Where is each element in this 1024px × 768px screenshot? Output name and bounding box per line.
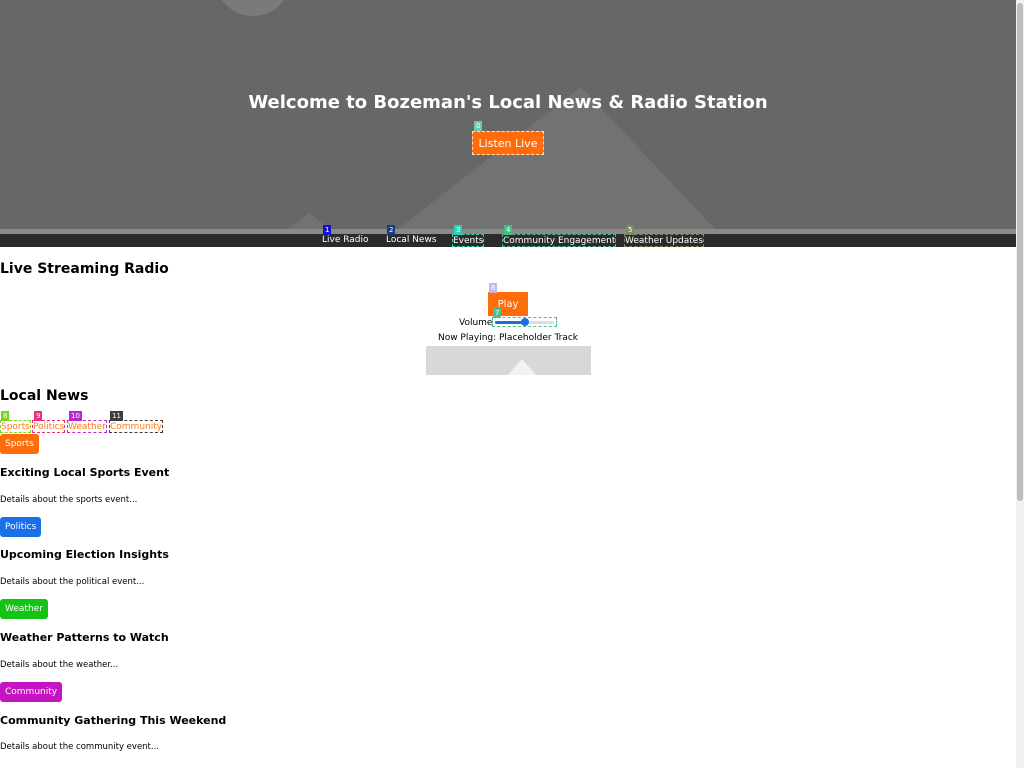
volume-knob[interactable] (520, 318, 529, 326)
category-badge-politics[interactable]: Politics (0, 517, 42, 537)
listen-live-button[interactable]: Listen Live (472, 131, 544, 155)
nav-item-weather-updates[interactable]: Weather Updates (624, 234, 705, 247)
volume-track (495, 318, 554, 326)
category-badge-community[interactable]: Community (0, 682, 63, 702)
page-scrollbar[interactable] (1016, 0, 1024, 768)
player-image (426, 346, 591, 375)
radio-section-heading: Live Streaming Radio (0, 261, 169, 277)
scrollbar-thumb[interactable] (1017, 3, 1023, 501)
element-index-badge: 6 (489, 283, 498, 293)
article-title: Community Gathering This Weekend (0, 714, 227, 727)
filter-weather[interactable]: Weather (67, 420, 107, 433)
nav-item-live-radio[interactable]: Live Radio (322, 234, 369, 247)
article-title: Exciting Local Sports Event (0, 466, 170, 479)
volume-label: Volume (459, 318, 493, 328)
hero-banner: Welcome to Bozeman's Local News & Radio … (0, 0, 1016, 229)
element-index-badge: 2 (387, 225, 396, 235)
volume-slider[interactable] (492, 317, 557, 327)
element-index-badge: 5 (626, 225, 635, 235)
element-index-badge: 7 (493, 308, 502, 318)
element-index-badge: 0 (474, 121, 483, 131)
nav-item-local-news[interactable]: Local News (386, 234, 437, 247)
article-summary: Details about the political event... (0, 577, 145, 587)
page: Welcome to Bozeman's Local News & Radio … (0, 0, 1016, 768)
filter-politics[interactable]: Politics (32, 420, 66, 433)
article-title: Weather Patterns to Watch (0, 631, 169, 644)
news-section-heading: Local News (0, 388, 89, 404)
category-badge-sports[interactable]: Sports (0, 434, 39, 454)
page-title: Welcome to Bozeman's Local News & Radio … (248, 92, 768, 113)
main-nav: Live Radio Local News Events Community E… (0, 234, 1016, 247)
filter-community[interactable]: Community (109, 420, 164, 433)
element-index-badge: 4 (504, 225, 513, 235)
element-index-badge: 3 (454, 225, 463, 235)
element-index-badge: 8 (1, 411, 10, 421)
nav-item-events[interactable]: Events (452, 234, 485, 247)
element-index-badge: 11 (110, 411, 123, 421)
article-summary: Details about the sports event... (0, 495, 138, 505)
article-summary: Details about the community event... (0, 742, 159, 752)
filter-sports[interactable]: Sports (0, 420, 31, 433)
image-placeholder-icon (508, 359, 536, 375)
now-playing-text: Now Playing: Placeholder Track (437, 333, 579, 343)
nav-item-community-engagement[interactable]: Community Engagement (502, 234, 617, 247)
hero-background-image (222, 0, 715, 229)
element-index-badge: 1 (323, 225, 332, 235)
article-title: Upcoming Election Insights (0, 548, 169, 561)
article-summary: Details about the weather... (0, 660, 119, 670)
element-index-badge: 9 (34, 411, 43, 421)
category-badge-weather[interactable]: Weather (0, 599, 48, 619)
element-index-badge: 10 (69, 411, 82, 421)
